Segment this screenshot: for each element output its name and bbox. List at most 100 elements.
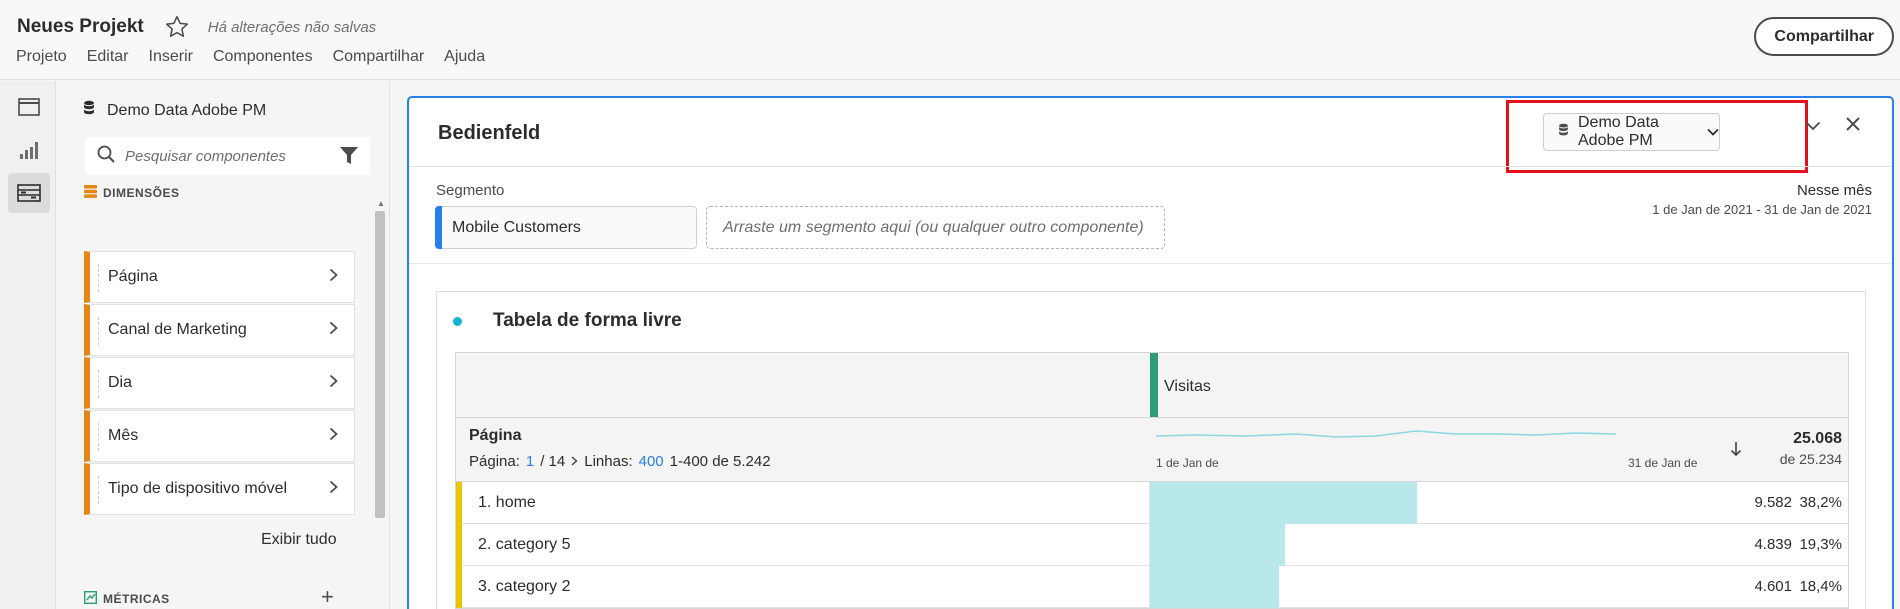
row-percent: 38,2%	[1799, 494, 1842, 511]
chevron-right-icon[interactable]	[329, 480, 338, 499]
chevron-right-icon[interactable]	[329, 321, 338, 340]
drag-handle[interactable]	[98, 423, 99, 451]
add-icon[interactable]: +	[321, 584, 334, 609]
row-bar	[1150, 566, 1279, 608]
table-row[interactable]: 2. category 5 4.839 19,3%	[456, 524, 1848, 566]
sparkline	[1156, 430, 1617, 438]
title-row: Neues Projekt Há alterações não salvas	[17, 14, 376, 40]
menu-inserir[interactable]: Inserir	[149, 48, 193, 66]
dimension-item-tipo-de-dispositivo-movel[interactable]: Tipo de dispositivo móvel	[84, 463, 355, 515]
app-header: Neues Projekt Há alterações não salvas P…	[0, 0, 1900, 80]
menu-componentes[interactable]: Componentes	[213, 48, 313, 66]
table-metric-header: Visitas	[456, 353, 1848, 418]
filter-icon[interactable]	[340, 146, 358, 171]
dimension-label: Mês	[108, 427, 139, 444]
pagination: Página: 1 / 14 Linhas: 400 1-400 de 5.24…	[469, 453, 771, 470]
components-panel: Demo Data Adobe PM DIMENSÕES Página Cana…	[57, 81, 390, 609]
database-icon	[83, 100, 95, 121]
row-percent: 18,4%	[1799, 578, 1842, 595]
date-range-title[interactable]: Nesse mês	[1797, 182, 1872, 199]
dimension-label: Dia	[108, 374, 133, 391]
drag-handle[interactable]	[98, 476, 99, 504]
dimension-column-header[interactable]: Página	[469, 427, 521, 445]
star-icon[interactable]	[164, 14, 190, 40]
chevron-right-icon[interactable]	[329, 427, 338, 446]
project-title[interactable]: Neues Projekt	[17, 16, 144, 38]
rows-per-page[interactable]: 400	[639, 453, 664, 470]
panel-icon[interactable]	[8, 87, 50, 127]
segment-chip-label: Mobile Customers	[452, 218, 581, 236]
data-source-selector[interactable]: Demo Data Adobe PM	[83, 100, 266, 121]
dimension-item-canal-de-marketing[interactable]: Canal de Marketing	[84, 304, 355, 356]
scrollbar[interactable]: ▲	[375, 199, 385, 599]
segment-chip[interactable]: Mobile Customers	[435, 206, 697, 249]
row-accent	[456, 482, 462, 524]
menu-ajuda[interactable]: Ajuda	[444, 48, 485, 66]
row-bar	[1150, 482, 1417, 524]
visualization-title[interactable]: Tabela de forma livre	[493, 310, 682, 332]
search-icon	[97, 145, 115, 168]
dimension-item-mes[interactable]: Mês	[84, 410, 355, 462]
dimension-label: Canal de Marketing	[108, 321, 247, 338]
dimension-item-pagina[interactable]: Página	[84, 251, 355, 303]
left-rail	[0, 81, 56, 609]
component-search[interactable]	[85, 137, 370, 175]
chevron-right-icon[interactable]	[329, 374, 338, 393]
unsaved-changes-text: Há alterações não salvas	[207, 18, 377, 36]
current-page[interactable]: 1	[526, 453, 534, 470]
row-value: 4.839	[1754, 536, 1792, 553]
row-label[interactable]: 3. category 2	[478, 578, 571, 596]
menu-projeto[interactable]: Projeto	[16, 48, 67, 66]
freeform-table: Visitas Página Página: 1 / 14 Linhas: 40…	[455, 352, 1849, 609]
drag-handle[interactable]	[98, 317, 99, 345]
date-range-value[interactable]: 1 de Jan de 2021 - 31 de Jan de 2021	[1652, 202, 1872, 217]
dimension-item-dia[interactable]: Dia	[84, 357, 355, 409]
dimensions-label: DIMENSÕES	[103, 186, 180, 200]
metric-total: 25.068	[1793, 430, 1842, 447]
metrics-section-header[interactable]: MÉTRICAS	[83, 590, 170, 607]
panel-title[interactable]: Bedienfeld	[438, 122, 540, 145]
components-icon[interactable]	[8, 173, 50, 213]
metric-icon	[83, 590, 98, 607]
table-row[interactable]: 1. home 9.582 38,2%	[456, 482, 1848, 524]
close-icon[interactable]	[1845, 116, 1861, 137]
next-page-icon[interactable]	[571, 453, 578, 470]
segment-chip-handle[interactable]	[435, 206, 442, 249]
drag-handle[interactable]	[98, 370, 99, 398]
highlight-annotation	[1506, 100, 1808, 173]
row-accent	[456, 566, 462, 608]
row-accent	[456, 524, 462, 566]
visualizations-icon[interactable]	[8, 130, 50, 170]
row-range: 1-400 de 5.242	[669, 453, 771, 470]
scrollbar-thumb[interactable]	[375, 211, 385, 518]
sparkline-end-label: 31 de Jan de	[1628, 456, 1698, 470]
sort-descending-icon[interactable]	[1730, 441, 1742, 462]
menu-editar[interactable]: Editar	[87, 48, 129, 66]
dimension-label: Tipo de dispositivo móvel	[108, 480, 288, 497]
table-row[interactable]: 3. category 2 4.601 18,4%	[456, 566, 1848, 608]
dimension-label: Página	[108, 268, 158, 285]
scroll-up-icon[interactable]: ▲	[377, 199, 385, 208]
row-value: 9.582	[1754, 494, 1792, 511]
share-button[interactable]: Compartilhar	[1754, 17, 1894, 56]
page-total: / 14	[540, 453, 566, 470]
dimension-stack-icon	[84, 185, 97, 201]
dimension-list: Página Canal de Marketing Dia Mês Tipo d…	[84, 251, 355, 516]
chevron-right-icon[interactable]	[329, 268, 338, 287]
segment-label: Segmento	[436, 182, 505, 199]
row-label[interactable]: 1. home	[478, 494, 536, 512]
dimensions-section-header[interactable]: DIMENSÕES	[84, 185, 180, 201]
show-all-link[interactable]: Exibir tudo	[261, 531, 337, 549]
metric-column-header[interactable]: Visitas	[1164, 378, 1211, 396]
rows-label: Linhas:	[584, 453, 633, 470]
menu-compartilhar[interactable]: Compartilhar	[333, 48, 425, 66]
metric-grand-total: de 25.234	[1779, 451, 1842, 467]
metric-drag-handle[interactable]	[1150, 353, 1158, 417]
drag-handle[interactable]	[98, 264, 99, 292]
segment-drop-zone[interactable]: Arraste um segmento aqui (ou qualquer ou…	[706, 206, 1165, 249]
row-label[interactable]: 2. category 5	[478, 536, 571, 554]
search-input[interactable]	[125, 147, 315, 165]
panel-header-divider	[409, 166, 1892, 167]
data-source-name: Demo Data Adobe PM	[107, 101, 267, 119]
collapse-chevron-icon[interactable]	[1805, 118, 1821, 136]
